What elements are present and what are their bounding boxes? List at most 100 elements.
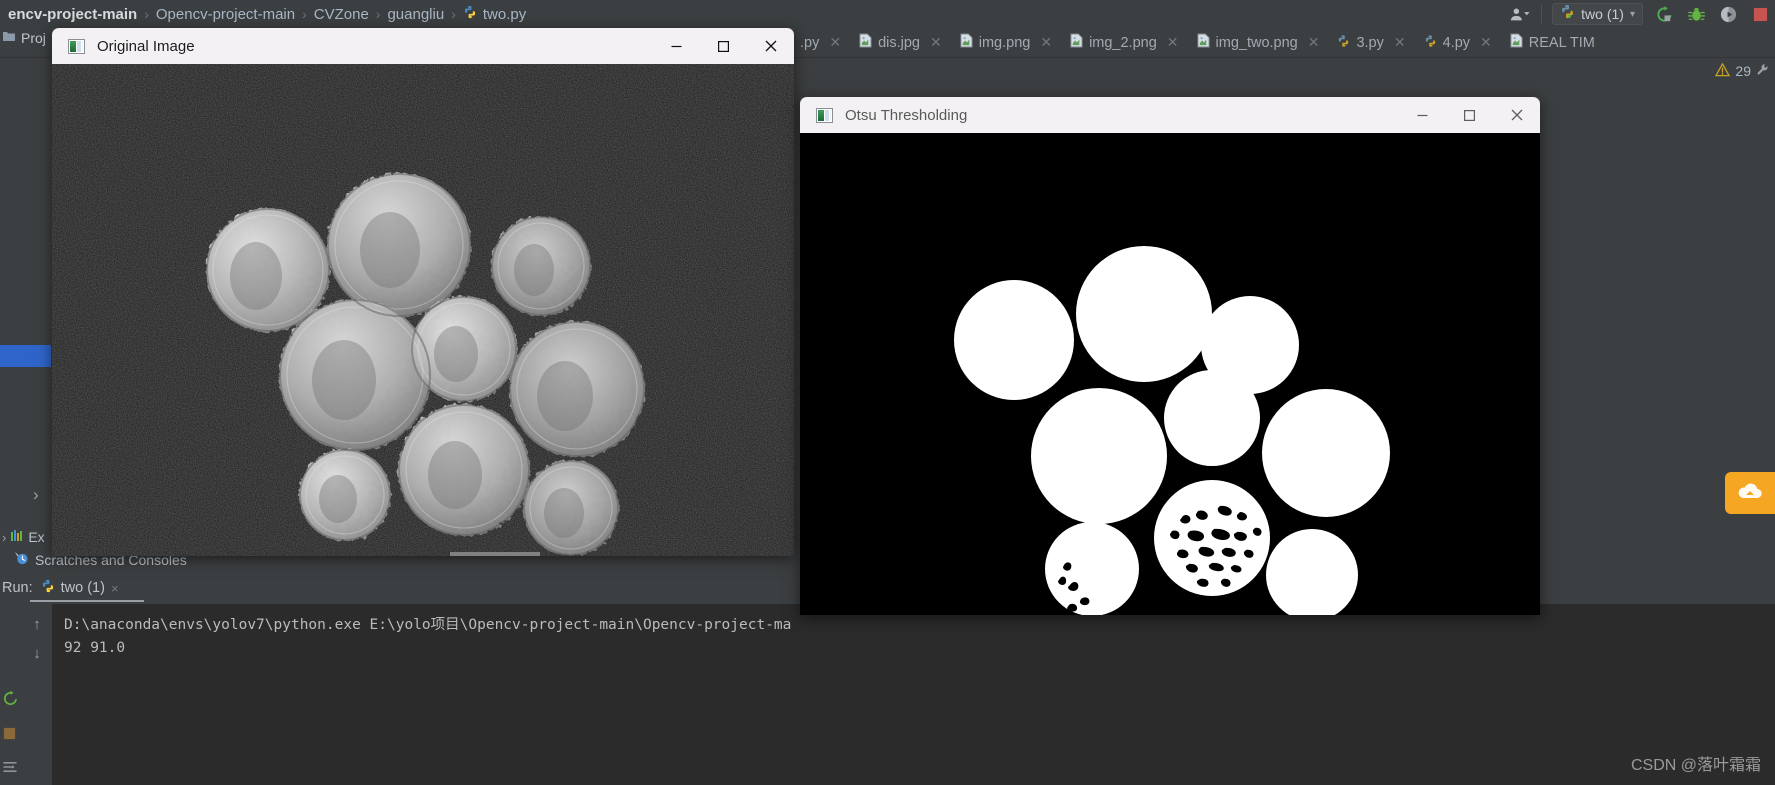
close-icon[interactable]: ✕	[1040, 34, 1052, 51]
python-file-icon	[1560, 4, 1575, 24]
minimize-button[interactable]	[1399, 97, 1446, 133]
python-file-icon	[1337, 34, 1350, 52]
editor-tab-7[interactable]: REAL TIM	[1500, 28, 1603, 57]
breadcrumb: encv-project-main › Opencv-project-main …	[0, 0, 532, 28]
python-file-icon	[463, 5, 477, 23]
editor-tab-label: img_2.png	[1089, 34, 1157, 51]
run-configuration-label: two (1)	[1581, 6, 1624, 22]
close-icon[interactable]: ✕	[829, 34, 841, 51]
editor-tab-label: img_two.png	[1215, 34, 1298, 51]
close-icon[interactable]: ✕	[1480, 34, 1492, 51]
run-panel-gutter: ↑ ↓	[22, 604, 52, 785]
editor-tab-label: 3.py	[1356, 34, 1384, 51]
close-icon[interactable]: ✕	[930, 34, 942, 51]
arrow-down-icon[interactable]: ↓	[22, 645, 52, 662]
stop-icon[interactable]	[2, 726, 19, 746]
close-icon[interactable]: ✕	[1394, 34, 1406, 51]
maximize-button[interactable]	[700, 28, 747, 64]
editor-tab-0[interactable]: .py ✕	[790, 28, 849, 57]
chevron-down-icon[interactable]: ▾	[1630, 9, 1635, 20]
sidebar-item-external-libraries[interactable]: › Ex	[2, 529, 45, 545]
main-toolbar-right: two (1) ▾	[1509, 0, 1771, 28]
run-session-label: two (1)	[60, 580, 105, 596]
breadcrumb-item-label: two.py	[482, 5, 527, 23]
console-line-0: D:\anaconda\envs\yolov7\python.exe E:\yo…	[64, 617, 792, 633]
user-accounts-icon[interactable]	[1509, 3, 1531, 25]
csdn-watermark: CSDN @落叶霜霜	[1630, 757, 1761, 774]
rerun-icon[interactable]	[2, 690, 19, 712]
sidebar-item-label: Ex	[28, 529, 45, 545]
window-original-image[interactable]: Original Image	[52, 28, 794, 556]
image-file-icon	[960, 33, 973, 52]
rerun-icon[interactable]	[1653, 3, 1675, 25]
window-controls	[653, 28, 794, 64]
wrench-icon[interactable]	[1756, 63, 1769, 79]
breadcrumb-item-4[interactable]: two.py	[457, 5, 532, 23]
editor-tab-label: REAL TIM	[1528, 34, 1595, 51]
close-icon[interactable]: ✕	[1167, 34, 1179, 51]
notification-cloud-icon[interactable]	[1725, 472, 1775, 514]
run-tool-header: Run: two (1) ×	[0, 574, 119, 602]
breadcrumb-separator: ›	[144, 6, 149, 22]
breadcrumb-item-3[interactable]: guangliu	[381, 6, 450, 23]
python-file-icon	[1424, 34, 1437, 52]
breadcrumb-separator: ›	[302, 6, 307, 22]
breadcrumb-item-2[interactable]: CVZone	[308, 6, 375, 23]
libraries-icon	[10, 529, 24, 545]
warning-triangle-icon	[1715, 62, 1731, 80]
editor-tab-1[interactable]: dis.jpg ✕	[849, 28, 950, 57]
run-panel-left-actions	[2, 690, 19, 779]
editor-tab-4[interactable]: img_two.png ✕	[1187, 28, 1328, 57]
minimize-button[interactable]	[653, 28, 700, 64]
python-file-icon	[41, 579, 55, 597]
window-title-bar[interactable]: Otsu Thresholding	[800, 97, 1540, 133]
editor-tab-5[interactable]: 3.py ✕	[1327, 28, 1413, 57]
run-configuration-selector[interactable]: two (1) ▾	[1552, 3, 1643, 25]
ide-top-bar: encv-project-main › Opencv-project-main …	[0, 0, 1775, 28]
editor-tab-6[interactable]: 4.py ✕	[1414, 28, 1500, 57]
image-file-icon	[1196, 33, 1210, 52]
run-coverage-icon[interactable]	[1717, 3, 1739, 25]
editor-tab-label: .py	[800, 34, 820, 51]
image-file-icon	[859, 33, 872, 52]
inspection-widget[interactable]: 29	[1715, 58, 1769, 84]
chevron-right-icon[interactable]: ›	[33, 485, 39, 505]
run-console-output[interactable]: D:\anaconda\envs\yolov7\python.exe E:\yo…	[52, 604, 1775, 785]
window-controls	[1399, 97, 1540, 133]
stop-icon[interactable]	[1749, 3, 1771, 25]
close-icon[interactable]: ×	[111, 581, 119, 596]
screen: encv-project-main › Opencv-project-main …	[0, 0, 1775, 785]
image-file-icon	[1510, 33, 1523, 52]
close-button[interactable]	[747, 28, 794, 64]
breadcrumb-item-1[interactable]: Opencv-project-main	[150, 6, 301, 23]
project-tree-selection[interactable]	[0, 345, 51, 367]
editor-tab-label: 4.py	[1442, 34, 1471, 51]
scratches-icon	[14, 551, 29, 568]
window-title-bar[interactable]: Original Image	[52, 28, 794, 64]
opencv-image-icon	[68, 38, 85, 54]
window-otsu-thresholding[interactable]: Otsu Thresholding	[800, 97, 1540, 615]
window-content-original-image	[52, 64, 794, 556]
image-file-icon	[1070, 33, 1083, 52]
sidebar-item-project[interactable]: Proj	[2, 30, 46, 46]
run-panel-label: Run:	[2, 580, 33, 596]
toolbar-divider	[1541, 5, 1543, 23]
editor-tab-3[interactable]: img_2.png ✕	[1060, 28, 1186, 57]
chevron-right-icon[interactable]: ›	[2, 530, 6, 545]
window-content-otsu-thresholding	[800, 133, 1540, 615]
otsu-binary-mask	[800, 133, 1540, 615]
run-session-tab[interactable]: two (1) ×	[41, 579, 119, 597]
editor-tab-2[interactable]: img.png ✕	[950, 28, 1060, 57]
close-button[interactable]	[1493, 97, 1540, 133]
breadcrumb-separator: ›	[375, 6, 381, 22]
editor-tab-label: dis.jpg	[878, 34, 920, 51]
arrow-up-icon[interactable]: ↑	[22, 616, 52, 633]
window-title: Otsu Thresholding	[845, 106, 968, 124]
breadcrumb-item-0[interactable]: encv-project-main	[2, 6, 143, 23]
close-icon[interactable]: ✕	[1308, 34, 1320, 51]
debug-bug-icon[interactable]	[1685, 3, 1707, 25]
soft-wrap-icon[interactable]	[2, 760, 19, 779]
maximize-button[interactable]	[1446, 97, 1493, 133]
horizontal-scrollbar[interactable]	[450, 552, 540, 556]
console-line-1: 92 91.0	[64, 640, 126, 656]
